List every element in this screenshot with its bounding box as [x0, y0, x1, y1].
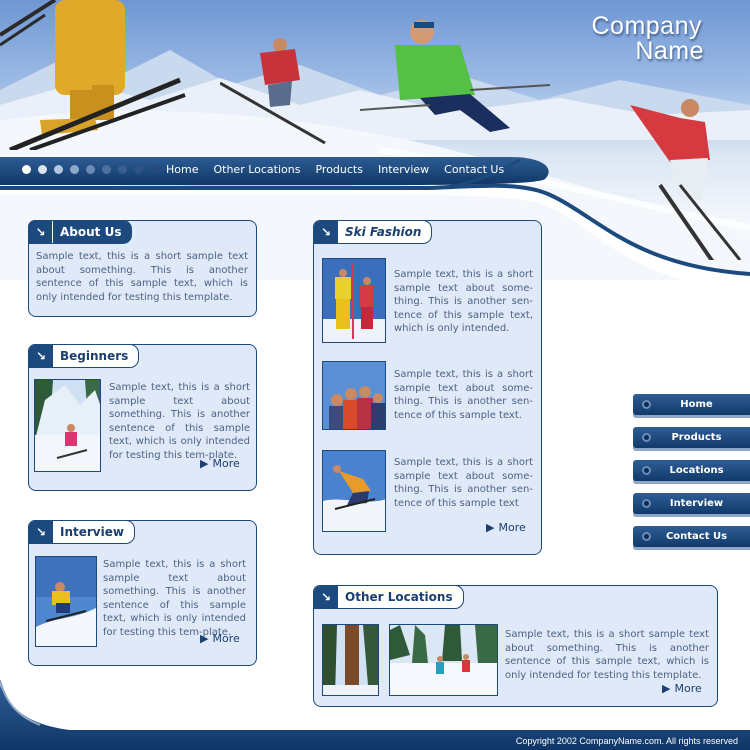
about-us-box: ↘ About Us Sample text, this is a short …	[28, 220, 257, 317]
play-arrow-icon: ▶	[200, 457, 209, 470]
nav-dot	[70, 165, 79, 174]
ski-fashion-more-link[interactable]: ▶ More	[486, 521, 526, 534]
more-label: More	[212, 632, 240, 645]
arrow-down-right-icon: ↘	[29, 345, 53, 367]
beginners-more-link[interactable]: ▶ More	[200, 457, 240, 470]
interview-photo	[35, 556, 97, 647]
nav-dot	[118, 165, 127, 174]
nav-dot	[102, 165, 111, 174]
nav-dot	[54, 165, 63, 174]
ski-fashion-photo-2	[322, 361, 386, 430]
beginners-box: ↘ Beginners Sample text, this is a short…	[28, 344, 257, 491]
beginners-tab: ↘ Beginners	[28, 344, 140, 368]
side-menu-label: Contact Us	[665, 531, 728, 542]
interview-tab: ↘ Interview	[28, 520, 135, 544]
ski-fashion-box: ↘ Ski Fashion Sample text, this is a sho…	[313, 220, 542, 555]
nav-other-locations[interactable]: Other Locations	[213, 163, 300, 176]
side-menu-label: Locations	[669, 465, 724, 476]
ski-fashion-tab: ↘ Ski Fashion	[313, 220, 433, 244]
skier-red-image	[220, 38, 326, 145]
ski-fashion-photo-3	[322, 450, 386, 532]
beginners-title: Beginners	[60, 349, 129, 363]
nav-home[interactable]: Home	[166, 163, 198, 176]
ski-fashion-title: Ski Fashion	[345, 225, 422, 239]
nav-products[interactable]: Products	[315, 163, 363, 176]
other-locations-title: Other Locations	[345, 590, 453, 604]
company-name-line2: Name	[635, 37, 704, 65]
nav-dot	[150, 165, 159, 174]
play-arrow-icon: ▶	[200, 632, 209, 645]
nav-interview[interactable]: Interview	[378, 163, 429, 176]
other-locations-text: Sample text, this is a short sample text…	[505, 629, 709, 681]
beginners-photo	[34, 379, 101, 472]
side-menu-locations[interactable]: Locations	[633, 460, 750, 481]
nav-contact-us[interactable]: Contact Us	[444, 163, 504, 176]
arrow-down-right-icon: ↘	[29, 221, 53, 243]
nav-dot	[86, 165, 95, 174]
about-us-text: Sample text, this is a short sample text…	[36, 251, 248, 303]
company-logo[interactable]: Company Name	[591, 12, 704, 65]
beginners-text: Sample text, this is a short sample text…	[109, 382, 250, 461]
side-menu-products[interactable]: Products	[633, 427, 750, 448]
interview-title: Interview	[60, 525, 124, 539]
bullet-icon	[642, 532, 651, 541]
bullet-icon	[642, 499, 651, 508]
side-menu-label: Home	[680, 399, 713, 410]
skier-yellow-image	[0, 0, 186, 150]
arrow-down-right-icon: ↘	[29, 521, 53, 543]
side-menu-label: Products	[671, 432, 722, 443]
interview-more-link[interactable]: ▶ More	[200, 632, 240, 645]
nav-dots	[22, 165, 159, 174]
skier-green-image	[360, 20, 550, 132]
bullet-icon	[642, 466, 651, 475]
about-us-tab: ↘ About Us	[28, 220, 133, 244]
bullet-icon	[642, 400, 651, 409]
copyright-text: Copyright 2002 CompanyName.com. All righ…	[515, 736, 738, 746]
nav-dot	[134, 165, 143, 174]
other-locations-tab: ↘ Other Locations	[313, 585, 464, 609]
ski-fashion-text-3: Sample text, this is a short sample text…	[394, 457, 533, 509]
interview-text: Sample text, this is a short sample text…	[103, 559, 246, 638]
top-navigation: Home Other Locations Products Interview …	[166, 163, 504, 176]
more-label: More	[212, 457, 240, 470]
interview-box: ↘ Interview Sample text, this is a short…	[28, 520, 257, 666]
side-menu-contact-us[interactable]: Contact Us	[633, 526, 750, 547]
arrow-down-right-icon: ↘	[314, 221, 338, 243]
side-menu-label: Interview	[669, 498, 724, 509]
ski-fashion-photo-1	[322, 258, 386, 343]
nav-dot	[38, 165, 47, 174]
more-label: More	[498, 521, 526, 534]
nav-dot	[22, 165, 31, 174]
about-us-title: About Us	[60, 225, 122, 239]
company-name-line1: Company	[591, 12, 702, 40]
ski-fashion-text-1: Sample text, this is a short sample text…	[394, 269, 533, 334]
arrow-down-right-icon: ↘	[314, 586, 338, 608]
bullet-icon	[642, 433, 651, 442]
side-menu-home[interactable]: Home	[633, 394, 750, 415]
side-menu-interview[interactable]: Interview	[633, 493, 750, 514]
play-arrow-icon: ▶	[486, 521, 495, 534]
ski-fashion-text-2: Sample text, this is a short sample text…	[394, 369, 533, 421]
